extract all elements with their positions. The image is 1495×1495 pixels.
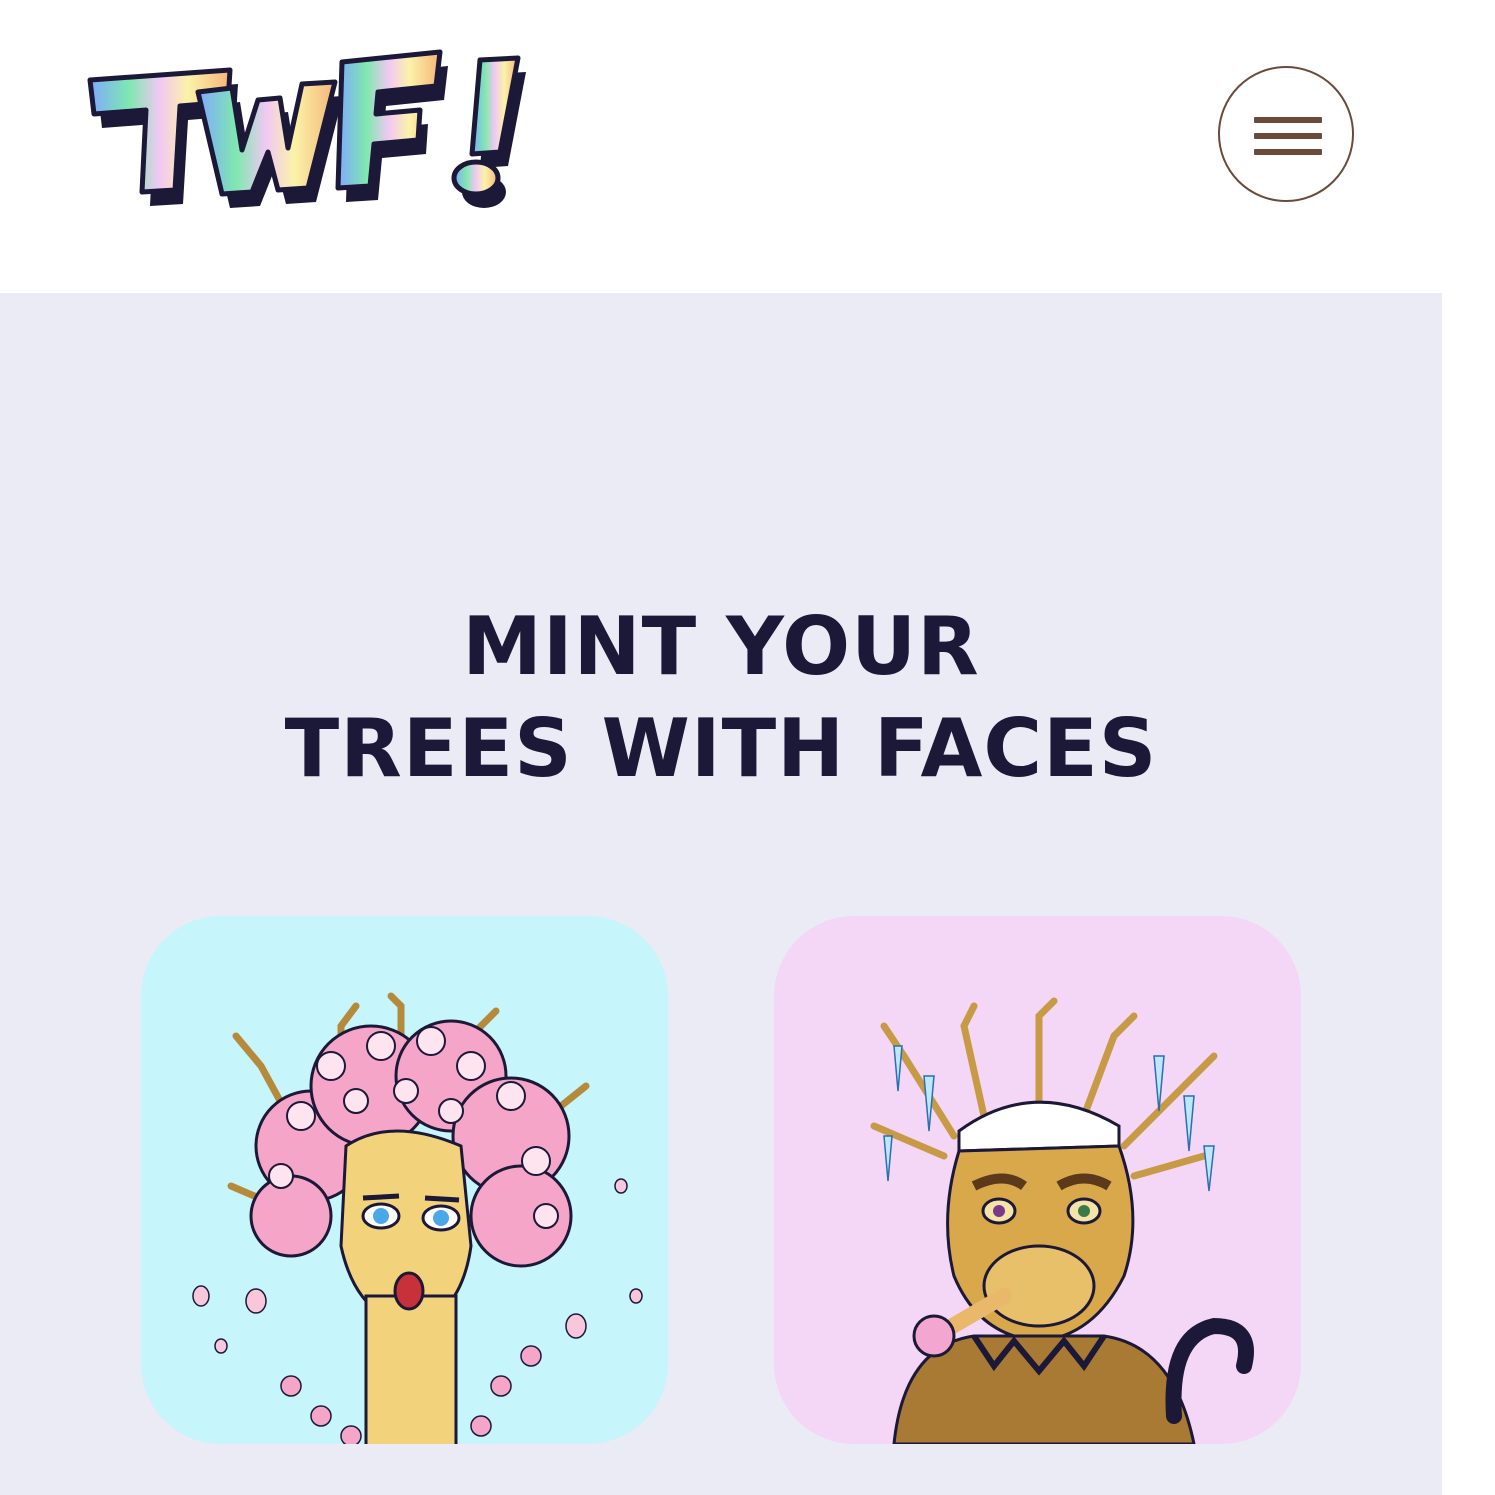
frozen-monkey-tree-face-illustration xyxy=(870,997,1254,1444)
hero-title: MINT YOUR TREES WITH FACES xyxy=(0,596,1442,800)
twf-logo[interactable] xyxy=(80,40,530,215)
blossom-tree-face-illustration xyxy=(192,992,643,1444)
hero-title-line-1: MINT YOUR xyxy=(462,600,980,693)
hamburger-icon-bar xyxy=(1254,117,1322,123)
hero-title-line-2: TREES WITH FACES xyxy=(284,702,1158,795)
hamburger-icon-bar xyxy=(1254,149,1322,155)
menu-button[interactable] xyxy=(1218,66,1354,202)
hamburger-icon-bar xyxy=(1254,133,1322,139)
site-header xyxy=(0,0,1495,293)
nft-card-blossom[interactable] xyxy=(141,916,668,1444)
page-gutter xyxy=(1442,293,1495,1495)
nft-card-frozen-monkey[interactable] xyxy=(774,916,1301,1444)
